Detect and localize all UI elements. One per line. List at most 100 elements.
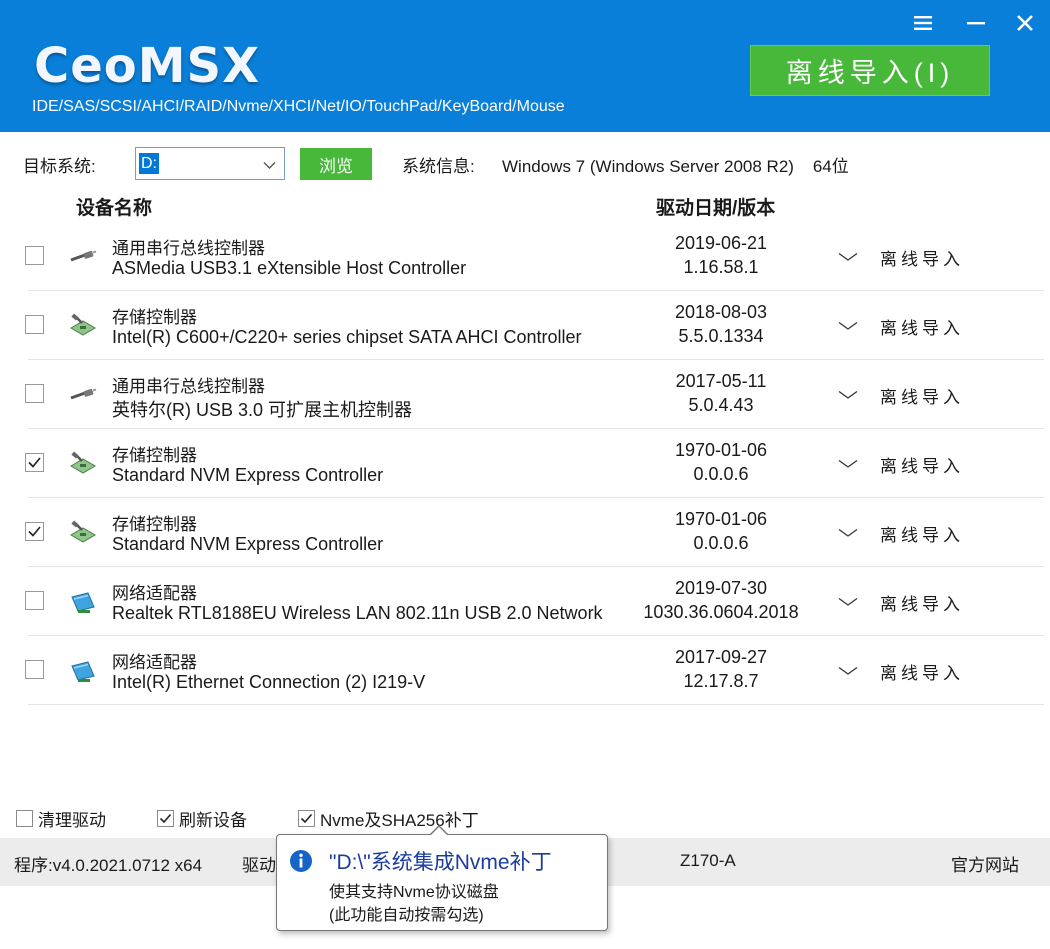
device-row: 通用串行总线控制器 ASMedia USB3.1 eXtensible Host… <box>0 222 1050 291</box>
row-import-link[interactable]: 离线导入 <box>880 521 964 546</box>
driver-date: 2019-06-21 <box>674 233 768 253</box>
driver-date: 2017-05-11 <box>675 371 767 391</box>
row-import-link[interactable]: 离线导入 <box>880 383 964 408</box>
chevron-down-icon[interactable] <box>838 663 858 681</box>
device-name: 英特尔(R) USB 3.0 可扩展主机控制器 <box>112 400 413 420</box>
driver-version: 0.0.0.6 <box>693 464 749 484</box>
option-label: 刷新设备 <box>179 811 247 830</box>
tooltip-pointer-inner <box>430 827 448 836</box>
device-name: Standard NVM Express Controller <box>112 465 384 485</box>
driver-version: 1030.36.0604.2018 <box>643 602 799 622</box>
usb-icon <box>68 382 98 408</box>
tooltip-line: 使其支持Nvme协议磁盘 <box>329 884 499 901</box>
row-import-link[interactable]: 离线导入 <box>880 245 964 270</box>
driver-date: 2018-08-03 <box>674 302 768 322</box>
network-icon <box>68 658 98 684</box>
app-logo: CeoMSX <box>34 38 261 94</box>
driver-version: 0.0.0.6 <box>693 533 749 553</box>
target-system-label: 目标系统: <box>23 157 96 176</box>
target-drive-select[interactable]: D: <box>135 147 285 180</box>
nvme-patch-tooltip: "D:\"系统集成Nvme补丁 使其支持Nvme协议磁盘 (此功能自动按需勾选) <box>276 834 608 931</box>
motherboard-model: Z170-A <box>680 851 736 870</box>
device-category: 存储控制器 <box>112 308 197 327</box>
chevron-down-icon[interactable] <box>838 249 858 267</box>
option-nvme-patch[interactable]: Nvme及SHA256补丁 <box>298 806 479 831</box>
chevron-down-icon <box>263 157 276 175</box>
option-label: 清理驱动 <box>38 811 106 830</box>
device-category: 存储控制器 <box>112 515 197 534</box>
offline-import-button[interactable]: 离线导入(I) <box>750 45 990 96</box>
device-row: 存储控制器 Standard NVM Express Controller 19… <box>0 429 1050 498</box>
device-row: 网络适配器 Realtek RTL8188EU Wireless LAN 802… <box>0 567 1050 636</box>
storage-icon <box>68 520 98 546</box>
checkbox[interactable] <box>16 810 33 827</box>
driver-version: 5.5.0.1334 <box>678 326 764 346</box>
device-category: 存储控制器 <box>112 446 197 465</box>
tooltip-line: (此功能自动按需勾选) <box>329 907 484 924</box>
device-checkbox[interactable] <box>25 246 44 265</box>
selected-drive: D: <box>139 153 159 174</box>
menu-icon[interactable] <box>908 8 938 38</box>
minimize-icon[interactable] <box>961 8 991 38</box>
device-checkbox[interactable] <box>25 591 44 610</box>
driver-date: 1970-01-06 <box>674 440 768 460</box>
checkbox[interactable] <box>157 810 174 827</box>
program-version: 程序:v4.0.2021.0712 x64 <box>14 856 203 875</box>
device-checkbox[interactable] <box>25 660 44 679</box>
option-clean-driver[interactable]: 清理驱动 <box>16 806 106 831</box>
row-import-link[interactable]: 离线导入 <box>880 314 964 339</box>
driver-version: 1.16.58.1 <box>683 257 759 277</box>
network-icon <box>68 589 98 615</box>
device-name: Standard NVM Express Controller <box>112 534 384 554</box>
driver-date: 1970-01-06 <box>674 509 768 529</box>
official-website-link[interactable]: 官方网站 <box>951 851 1019 876</box>
device-category: 通用串行总线控制器 <box>112 239 265 258</box>
tooltip-title: "D:\"系统集成Nvme补丁 <box>329 851 552 874</box>
system-info-label: 系统信息: <box>402 157 475 176</box>
storage-icon <box>68 451 98 477</box>
chevron-down-icon[interactable] <box>838 456 858 474</box>
device-row: 存储控制器 Standard NVM Express Controller 19… <box>0 498 1050 567</box>
device-row: 存储控制器 Intel(R) C600+/C220+ series chipse… <box>0 291 1050 360</box>
driver-status: 驱动 <box>242 856 276 875</box>
row-import-link[interactable]: 离线导入 <box>880 659 964 684</box>
device-name: Intel(R) C600+/C220+ series chipset SATA… <box>112 327 582 347</box>
device-list: 通用串行总线控制器 ASMedia USB3.1 eXtensible Host… <box>0 222 1050 705</box>
column-header-date-version: 驱动日期/版本 <box>656 198 776 219</box>
row-divider <box>28 704 1044 705</box>
device-row: 通用串行总线控制器 英特尔(R) USB 3.0 可扩展主机控制器 2017-0… <box>0 360 1050 429</box>
device-name: Intel(R) Ethernet Connection (2) I219-V <box>112 672 426 692</box>
device-checkbox[interactable] <box>25 315 44 334</box>
chevron-down-icon[interactable] <box>838 387 858 405</box>
device-checkbox[interactable] <box>25 453 44 472</box>
row-import-link[interactable]: 离线导入 <box>880 452 964 477</box>
column-header-device: 设备名称 <box>76 198 153 219</box>
device-name: Realtek RTL8188EU Wireless LAN 802.11n U… <box>112 603 603 623</box>
driver-date: 2019-07-30 <box>674 578 768 598</box>
browse-button[interactable]: 浏览 <box>300 148 372 180</box>
device-row: 网络适配器 Intel(R) Ethernet Connection (2) I… <box>0 636 1050 705</box>
info-icon <box>289 849 313 878</box>
usb-icon <box>68 244 98 270</box>
device-checkbox[interactable] <box>25 522 44 541</box>
device-category: 通用串行总线控制器 <box>112 377 265 396</box>
device-checkbox[interactable] <box>25 384 44 403</box>
close-icon[interactable] <box>1010 8 1040 38</box>
device-name: ASMedia USB3.1 eXtensible Host Controlle… <box>112 258 467 278</box>
app-window: CeoMSX IDE/SAS/SCSI/AHCI/RAID/Nvme/XHCI/… <box>0 0 1050 900</box>
device-category: 网络适配器 <box>112 653 197 672</box>
supported-interfaces: IDE/SAS/SCSI/AHCI/RAID/Nvme/XHCI/Net/IO/… <box>32 98 565 115</box>
option-refresh-devices[interactable]: 刷新设备 <box>157 806 247 831</box>
device-category: 网络适配器 <box>112 584 197 603</box>
chevron-down-icon[interactable] <box>838 594 858 612</box>
chevron-down-icon[interactable] <box>838 525 858 543</box>
option-label: Nvme及SHA256补丁 <box>320 811 479 830</box>
header-bar: CeoMSX IDE/SAS/SCSI/AHCI/RAID/Nvme/XHCI/… <box>0 0 1050 132</box>
driver-date: 2017-09-27 <box>674 647 768 667</box>
driver-version: 5.0.4.43 <box>688 395 754 415</box>
chevron-down-icon[interactable] <box>838 318 858 336</box>
storage-icon <box>68 313 98 339</box>
checkbox[interactable] <box>298 810 315 827</box>
system-info-value: Windows 7 (Windows Server 2008 R2) 64位 <box>502 157 849 176</box>
row-import-link[interactable]: 离线导入 <box>880 590 964 615</box>
